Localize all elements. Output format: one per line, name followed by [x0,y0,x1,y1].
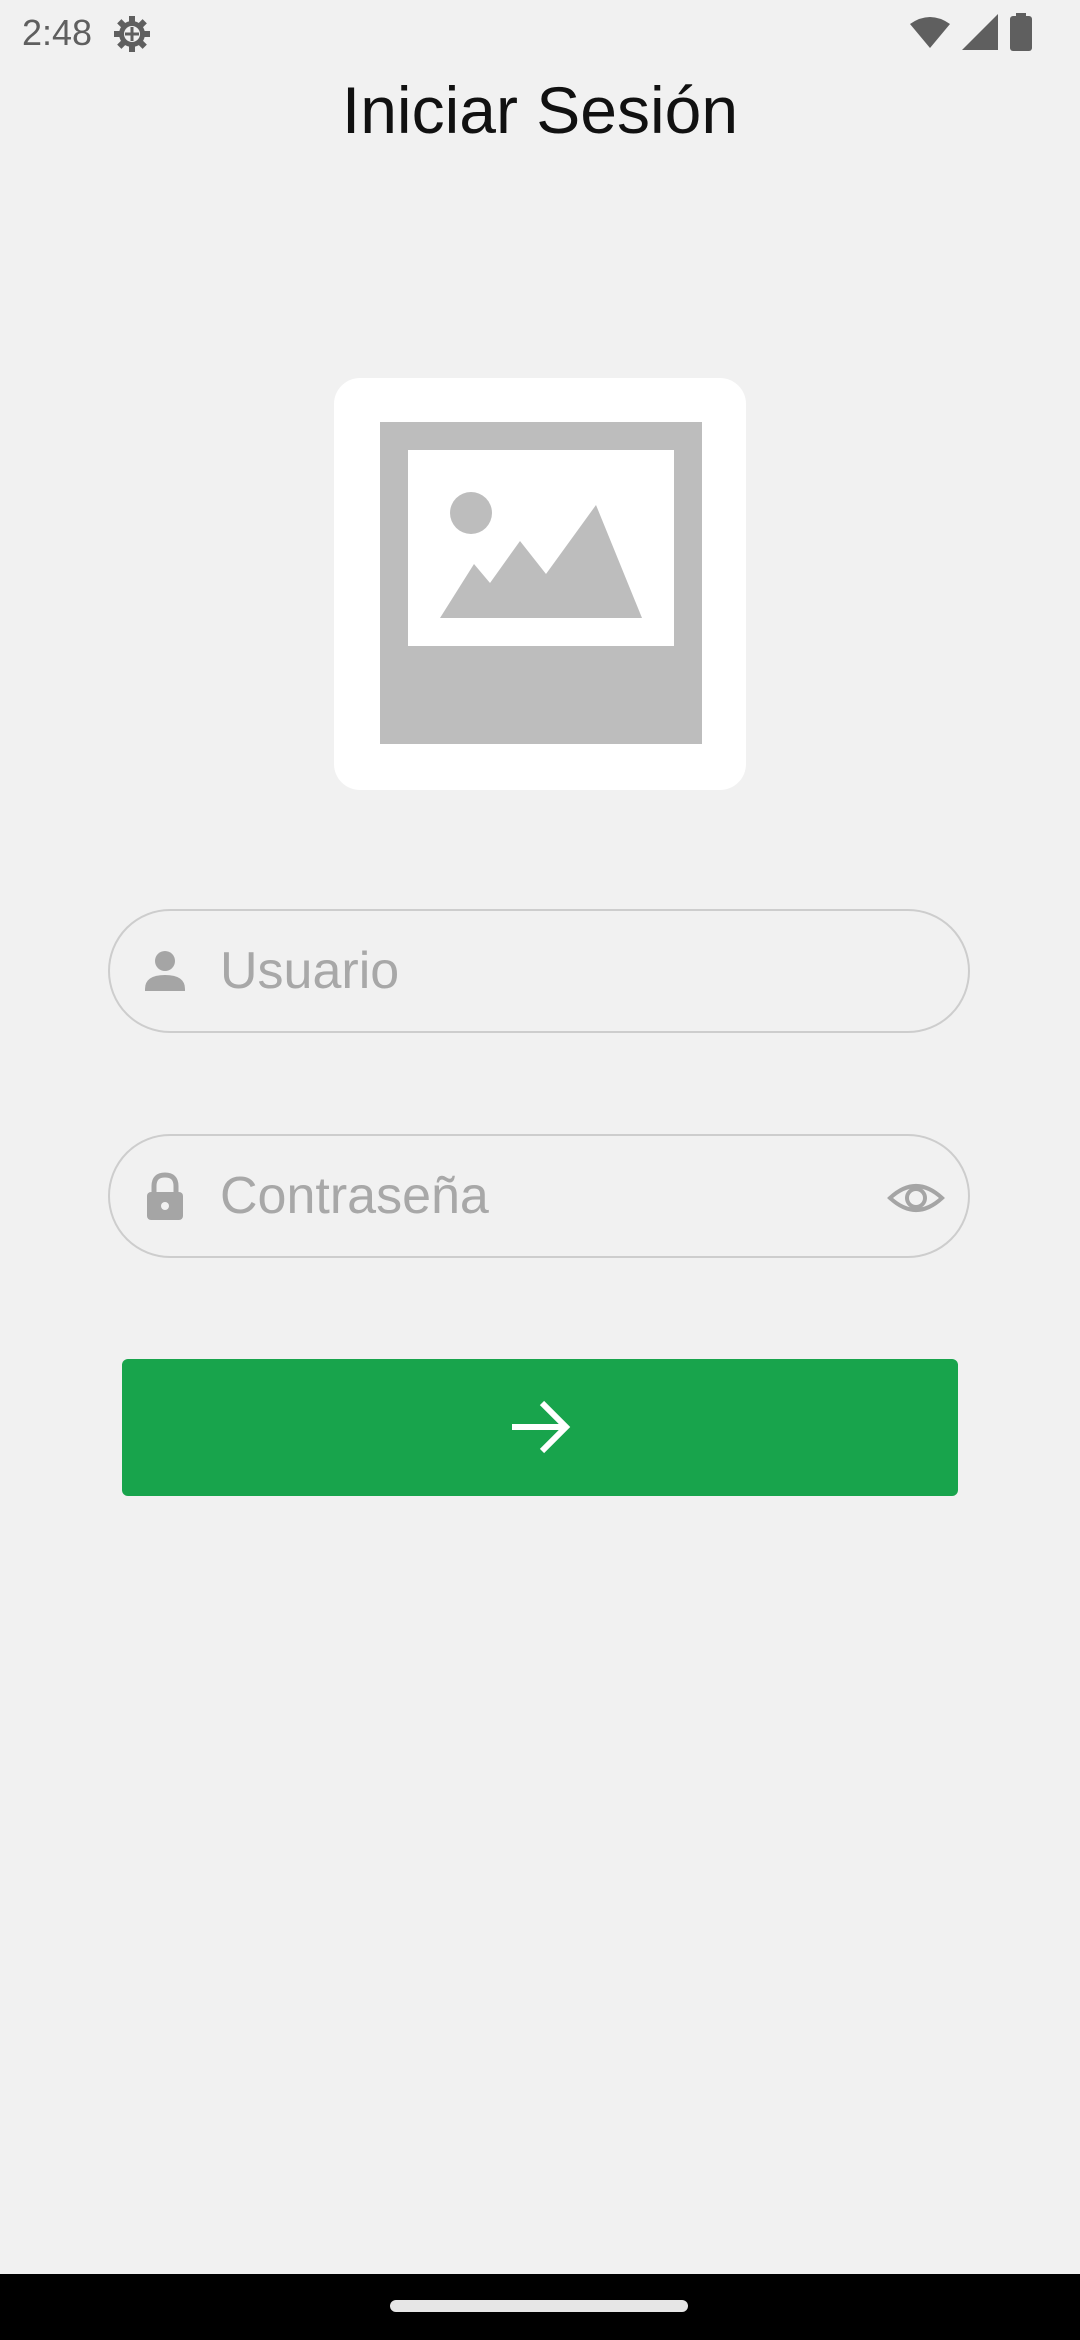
password-field[interactable] [108,1134,970,1258]
page-title: Iniciar Sesión [341,73,739,147]
eye-icon[interactable] [886,1168,946,1228]
arrow-right-icon [512,1400,571,1454]
person-icon [140,947,190,997]
status-bar: 2:48 [0,0,1080,66]
password-input[interactable] [220,1156,880,1236]
username-input[interactable] [220,931,880,1011]
login-submit-button[interactable] [122,1359,958,1496]
username-field[interactable] [108,909,970,1033]
status-time: 2:48 [22,12,93,53]
lock-icon [140,1172,190,1222]
image-placeholder-icon [380,422,702,744]
wifi-icon [910,16,950,53]
home-gesture-handle[interactable] [390,2300,688,2312]
status-icons [910,12,1032,56]
settings-gear-icon [112,14,152,54]
cellular-signal-icon [962,13,998,55]
logo-image [334,378,746,790]
battery-icon [1010,12,1032,56]
